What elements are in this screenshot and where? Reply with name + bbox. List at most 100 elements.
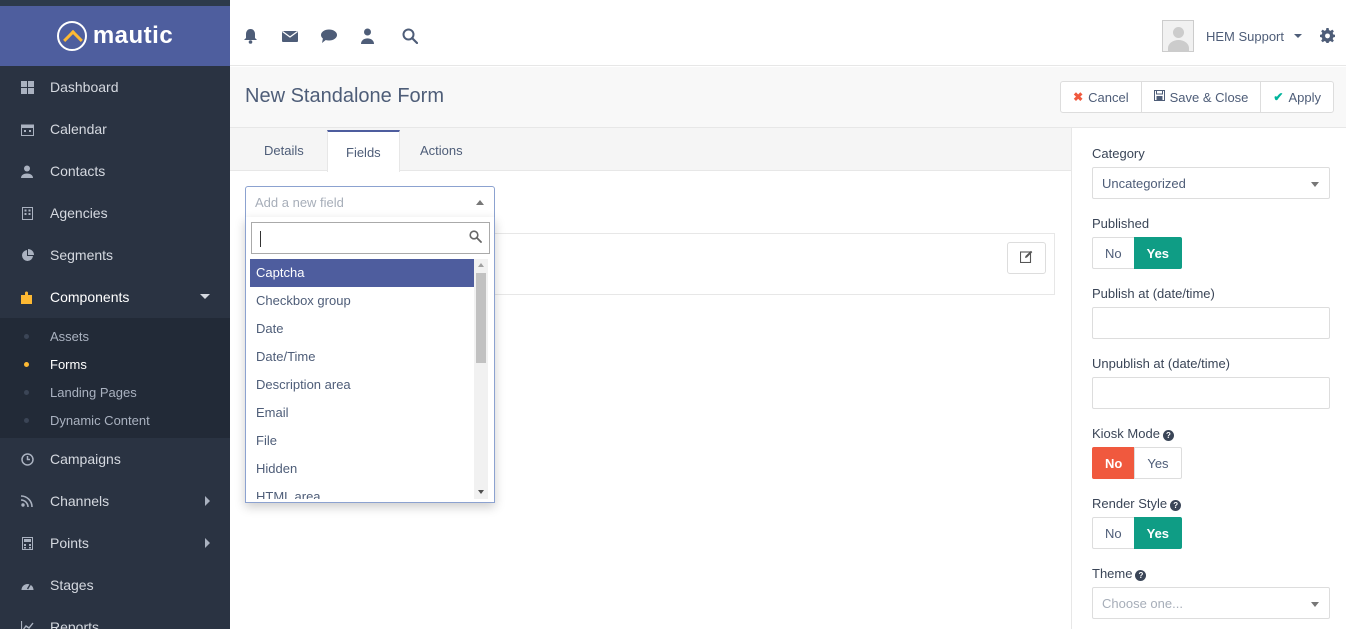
top-header: HEM Support (230, 6, 1346, 66)
caret-up-icon (476, 200, 484, 205)
sidebar-item-label: Segments (50, 247, 114, 263)
dropdown-option-datetime[interactable]: Date/Time (250, 343, 474, 371)
category-value: Uncategorized (1102, 176, 1186, 191)
published-no-button[interactable]: No (1092, 237, 1135, 269)
add-field-select[interactable]: Add a new field (245, 186, 495, 218)
mautic-logo-icon (56, 21, 87, 51)
dashboard-icon (20, 80, 34, 94)
sidebar-item-campaigns[interactable]: Campaigns (0, 438, 230, 480)
sidebar-subitem-landing-pages[interactable]: Landing Pages (0, 378, 230, 406)
dropdown-option-hidden[interactable]: Hidden (250, 455, 474, 483)
dropdown-option-captcha[interactable]: Captcha (250, 259, 474, 287)
line-chart-icon (20, 620, 34, 629)
theme-select[interactable]: Choose one... (1092, 587, 1330, 619)
published-toggle: No Yes (1092, 237, 1183, 269)
sidebar-item-label: Dashboard (50, 79, 119, 95)
caret-down-icon (1294, 34, 1302, 38)
theme-label-row: Theme? (1092, 566, 1147, 581)
field-dropdown: Captcha Checkbox group Date Date/Time De… (245, 217, 495, 503)
apply-label: Apply (1288, 89, 1321, 105)
search-icon (469, 230, 482, 246)
user-menu[interactable]: HEM Support (1161, 20, 1302, 52)
help-icon[interactable]: ? (1135, 570, 1147, 581)
sidebar-item-label: Contacts (50, 163, 106, 179)
sidebar-item-label: Calendar (50, 121, 107, 137)
save-icon (1153, 90, 1165, 104)
sidebar-item-label: Campaigns (50, 451, 121, 467)
add-field-placeholder: Add a new field (255, 195, 344, 210)
user-icon[interactable] (361, 28, 377, 44)
sidebar-item-label: Channels (50, 493, 110, 509)
sidebar-item-components[interactable]: Components (0, 276, 230, 318)
subitem-label: Landing Pages (50, 384, 137, 400)
scroll-down-icon[interactable] (478, 490, 484, 494)
sidebar-subitem-dynamic-content[interactable]: Dynamic Content (0, 406, 230, 434)
sidebar-item-points[interactable]: Points (0, 522, 230, 564)
dropdown-option-email[interactable]: Email (250, 399, 474, 427)
help-icon[interactable]: ? (1162, 430, 1174, 441)
sidebar-item-stages[interactable]: Stages (0, 564, 230, 606)
chat-icon[interactable] (321, 28, 337, 44)
scroll-up-icon[interactable] (478, 263, 484, 267)
publish-at-input[interactable] (1092, 307, 1330, 339)
form-tabs: Details Fields Actions (230, 128, 1071, 172)
save-close-label: Save & Close (1169, 89, 1249, 105)
sidebar-item-segments[interactable]: Segments (0, 234, 230, 276)
scroll-thumb[interactable] (476, 273, 486, 363)
category-select[interactable]: Uncategorized (1092, 167, 1330, 199)
sidebar-item-label: Agencies (50, 205, 108, 221)
dropdown-option-description-area[interactable]: Description area (250, 371, 474, 399)
apply-button[interactable]: ✔ Apply (1260, 81, 1334, 113)
kiosk-yes-button[interactable]: Yes (1134, 447, 1182, 479)
envelope-icon[interactable] (282, 28, 298, 44)
sidebar-item-label: Reports (50, 619, 100, 629)
dropdown-option-checkbox-group[interactable]: Checkbox group (250, 287, 474, 315)
save-close-button[interactable]: Save & Close (1140, 81, 1262, 113)
unpublish-at-input[interactable] (1092, 377, 1330, 409)
sidebar-subitem-assets[interactable]: Assets (0, 322, 230, 350)
render-yes-button[interactable]: Yes (1133, 517, 1183, 549)
dropdown-search-input[interactable] (251, 222, 490, 254)
calendar-icon (20, 122, 34, 136)
cancel-button[interactable]: ✖ Cancel (1060, 81, 1142, 113)
chevron-down-icon (200, 294, 210, 299)
sidebar-item-agencies[interactable]: Agencies (0, 192, 230, 234)
gear-icon[interactable] (1320, 28, 1336, 44)
search-icon[interactable] (402, 28, 419, 45)
tab-details[interactable]: Details (246, 130, 322, 171)
dropdown-option-file[interactable]: File (250, 427, 474, 455)
page-header: New Standalone Form ✖ Cancel Save & Clos… (230, 67, 1346, 128)
sidebar-item-calendar[interactable]: Calendar (0, 108, 230, 150)
kiosk-no-button[interactable]: No (1092, 447, 1136, 479)
dropdown-scrollbar[interactable] (474, 259, 488, 499)
render-style-label-row: Render Style? (1092, 496, 1182, 511)
edit-button[interactable] (1007, 242, 1046, 274)
kiosk-mode-label: Kiosk Mode (1092, 426, 1160, 441)
tab-actions[interactable]: Actions (402, 130, 481, 171)
render-no-button[interactable]: No (1092, 517, 1135, 549)
help-icon[interactable]: ? (1170, 500, 1182, 511)
brand-logo[interactable]: mautic (0, 6, 230, 66)
sidebar-item-label: Stages (50, 577, 94, 593)
bullet-icon (24, 418, 29, 423)
sidebar-item-reports[interactable]: Reports (0, 606, 230, 629)
sidebar-item-contacts[interactable]: Contacts (0, 150, 230, 192)
bullet-icon (24, 390, 29, 395)
subitem-label: Dynamic Content (50, 412, 150, 428)
sidebar: mautic Dashboard Calendar Contacts Agenc… (0, 0, 230, 629)
dropdown-option-html-area[interactable]: HTML area (250, 483, 474, 499)
published-yes-button[interactable]: Yes (1133, 237, 1183, 269)
category-label: Category (1092, 146, 1145, 161)
sidebar-item-dashboard[interactable]: Dashboard (0, 66, 230, 108)
dropdown-options: Captcha Checkbox group Date Date/Time De… (250, 259, 474, 499)
bell-icon[interactable] (243, 28, 259, 44)
page-title: New Standalone Form (245, 85, 444, 107)
sidebar-subitem-forms[interactable]: Forms (0, 350, 230, 378)
tab-fields[interactable]: Fields (327, 130, 400, 172)
dropdown-option-date[interactable]: Date (250, 315, 474, 343)
puzzle-icon (20, 290, 34, 304)
rss-icon (20, 494, 34, 508)
sidebar-item-channels[interactable]: Channels (0, 480, 230, 522)
calculator-icon (20, 536, 34, 550)
kiosk-mode-toggle: No Yes (1092, 447, 1182, 479)
